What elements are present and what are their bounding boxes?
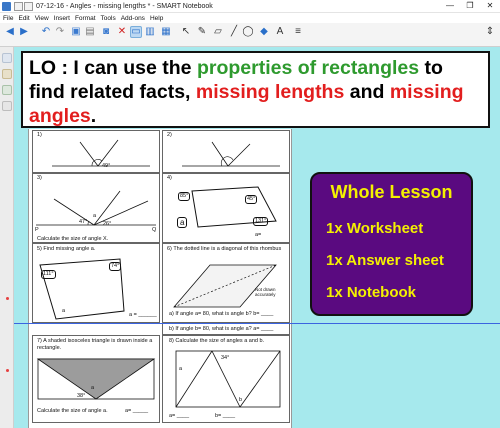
lo-text: LO : I can use the: [29, 57, 197, 79]
eraser-icon[interactable]: ▱: [212, 26, 224, 38]
redo-icon[interactable]: ↷: [54, 26, 66, 38]
next-page-icon[interactable]: ▶: [18, 26, 30, 38]
properties-panel-icon[interactable]: [2, 101, 12, 111]
note-text: Not drawn accurately: [255, 287, 276, 297]
close-button[interactable]: ✕: [480, 0, 500, 12]
lesson-item-notebook: 1x Notebook: [326, 284, 417, 301]
answer-blank: a= _____: [125, 408, 149, 414]
sidebar: [0, 47, 14, 428]
learning-objective-box[interactable]: LO : I can use the properties of rectang…: [21, 51, 490, 128]
lo-highlight-red: missing lengths: [195, 81, 345, 103]
screen-shade-icon[interactable]: ▤: [84, 26, 96, 38]
menu-format[interactable]: Format: [75, 15, 96, 22]
question-text: Calculate the size of angle X.: [37, 236, 109, 242]
maximize-button[interactable]: ❐: [460, 0, 480, 12]
question-text: Calculate the size of angle a.: [37, 408, 108, 414]
window-title: 07-12-16 - Angles - missing lengths * - …: [36, 2, 213, 10]
full-screen-icon[interactable]: ▭: [130, 26, 142, 38]
line-icon[interactable]: ╱: [228, 26, 240, 38]
marker-icon: [6, 297, 9, 300]
angle-diagrams-row2: [36, 186, 277, 228]
answer-blank: b= ____: [215, 413, 236, 419]
angle-label: 85°: [178, 192, 191, 201]
lesson-contents-box[interactable]: Whole Lesson 1x Worksheet 1x Answer shee…: [310, 172, 473, 316]
answer-blank: a= ____: [169, 413, 190, 419]
shapes-icon[interactable]: ◯: [242, 26, 254, 38]
question-text: b) If angle b= 80, what is angle a? a= _…: [169, 326, 274, 332]
lesson-item-answer-sheet: 1x Answer sheet: [326, 252, 444, 269]
minimize-button[interactable]: —: [440, 0, 460, 12]
angle-letter: a: [62, 308, 66, 314]
angle-letter: a: [93, 213, 97, 219]
angle-label: 47°: [79, 219, 88, 225]
worksheet-image[interactable]: 1) 2) 49° 3) 4) 47° 26° a P Q Calculate …: [28, 129, 292, 428]
angle-letter: a: [91, 385, 95, 391]
lo-text: and: [344, 81, 390, 103]
toolbar: ◀ ▶ ↶ ↷ ▣ ▤ ◙ ✕ ▭ ▥ ▦ ↖ ✎ ▱ ╱ ◯ ◆ A ≡ ⇕: [0, 23, 500, 47]
marker-icon: [6, 369, 9, 372]
angle-diagrams-row1: [52, 139, 280, 167]
previous-page-icon[interactable]: ◀: [4, 26, 16, 38]
properties-icon[interactable]: ≡: [292, 26, 304, 38]
page-guide-line: [14, 323, 500, 324]
angle-letter: b: [239, 397, 243, 403]
angle-label: 49°: [102, 163, 111, 169]
angle-label: 26°: [103, 221, 112, 227]
angle-label: 74°: [109, 262, 122, 271]
app-icon: [2, 1, 11, 11]
undo-icon[interactable]: ↶: [40, 26, 52, 38]
angle-letter: a: [179, 366, 183, 372]
text-icon[interactable]: A: [274, 26, 286, 38]
quick-undo-icon[interactable]: [24, 1, 33, 11]
fill-icon[interactable]: ◆: [258, 26, 270, 38]
select-icon[interactable]: ↖: [180, 26, 192, 38]
lesson-box-title: Whole Lesson: [330, 182, 453, 202]
page-icon[interactable]: ▣: [70, 26, 82, 38]
window-controls: — ❐ ✕: [440, 0, 500, 12]
point-label: P: [35, 227, 39, 233]
angle-label: 131°: [253, 217, 269, 226]
answer-blank: a = ______: [129, 312, 157, 318]
gallery-icon[interactable]: [2, 69, 12, 79]
menu-bar: File Edit View Insert Format Tools Add-o…: [0, 13, 500, 23]
angle-label: 38°: [77, 393, 86, 399]
table-icon[interactable]: ▦: [160, 26, 172, 38]
title-bar: 07-12-16 - Angles - missing lengths * - …: [0, 0, 500, 13]
dual-page-icon[interactable]: ▥: [144, 26, 156, 38]
angle-label: 111°: [41, 270, 56, 279]
point-label: Q: [152, 227, 157, 233]
menu-tools[interactable]: Tools: [101, 15, 116, 22]
menu-edit[interactable]: Edit: [18, 15, 29, 22]
angle-label: 34°: [221, 355, 230, 361]
answer-blank: a=: [255, 232, 262, 238]
menu-view[interactable]: View: [35, 15, 49, 22]
pen-icon[interactable]: ✎: [196, 26, 208, 38]
attachments-icon[interactable]: [2, 85, 12, 95]
lesson-item-worksheet: 1x Worksheet: [326, 220, 424, 237]
menu-help[interactable]: Help: [150, 15, 163, 22]
menu-file[interactable]: File: [3, 15, 13, 22]
lo-highlight-green: properties of rectangles: [196, 57, 420, 79]
lo-text: .: [90, 105, 97, 127]
quick-save-icon[interactable]: [14, 1, 23, 11]
document-camera-icon[interactable]: ◙: [100, 26, 112, 38]
toolbar-toggle-icon[interactable]: ⇕: [484, 26, 496, 38]
angle-letter: a: [177, 217, 188, 228]
question-text: a) If angle a= 80, what is angle b? b= _…: [169, 311, 274, 317]
menu-add-ons[interactable]: Add-ons: [121, 15, 145, 22]
angle-label: 45°: [245, 195, 258, 204]
delete-icon[interactable]: ✕: [116, 26, 128, 38]
page-sorter-icon[interactable]: [2, 53, 12, 63]
menu-insert[interactable]: Insert: [54, 15, 70, 22]
